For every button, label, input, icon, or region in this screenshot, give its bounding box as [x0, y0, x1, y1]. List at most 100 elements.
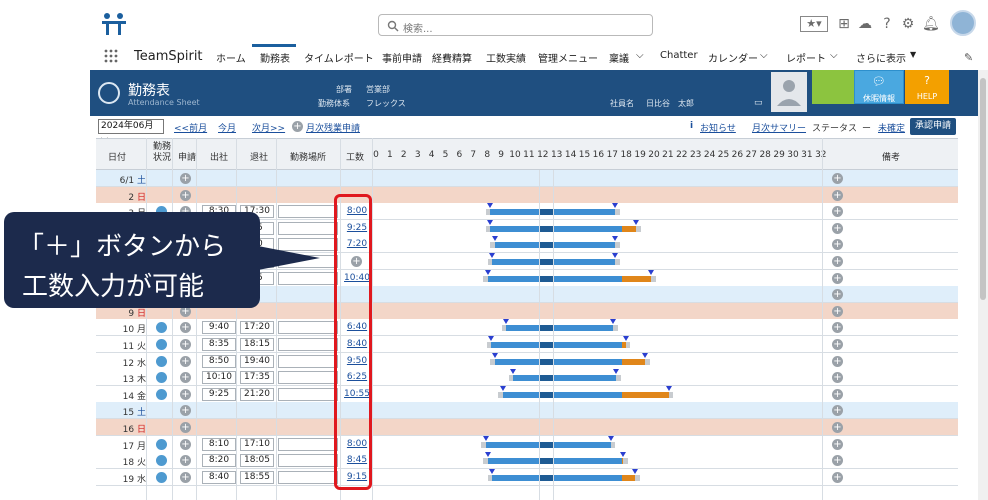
chevron-down-icon[interactable]: ⌵	[830, 50, 838, 61]
cloud-icon[interactable]: ☁	[857, 16, 873, 32]
user-avatar[interactable]	[950, 10, 976, 36]
clock-out-field[interactable]: 18:55	[240, 470, 274, 484]
remarks-plus-button[interactable]: +	[832, 471, 843, 483]
remarks-plus-button[interactable]: +	[832, 372, 843, 384]
notice-link[interactable]: お知らせ	[700, 121, 736, 134]
remarks-plus-button[interactable]: +	[832, 438, 843, 450]
app-launcher-icon[interactable]	[104, 49, 118, 63]
remarks-plus-button[interactable]: +	[832, 189, 843, 201]
remarks-plus-button[interactable]: +	[832, 239, 843, 251]
clock-in-field[interactable]: 8:35	[202, 338, 236, 351]
nav-pre-request[interactable]: 事前申請	[382, 50, 422, 65]
work-location-field[interactable]	[278, 321, 338, 335]
next-month-link[interactable]: 次月>>	[252, 121, 285, 134]
clock-out-field[interactable]: 17:35	[240, 371, 274, 385]
caret-down-icon[interactable]: ▼	[910, 50, 916, 59]
request-plus-button[interactable]: +	[180, 322, 191, 334]
request-plus-button[interactable]: +	[180, 471, 191, 483]
monthly-summary-link[interactable]: 月次サマリー	[752, 121, 806, 134]
work-location-field[interactable]	[278, 354, 338, 368]
card-icon[interactable]: ▭	[754, 98, 763, 108]
work-status-icon[interactable]	[156, 372, 167, 384]
clock-out-field[interactable]: 19:40	[240, 354, 274, 368]
work-location-field[interactable]	[278, 454, 338, 468]
work-location-field[interactable]	[278, 437, 338, 451]
nav-reports[interactable]: レポート	[786, 50, 826, 65]
status-value[interactable]: 未確定	[878, 121, 905, 134]
request-plus-button[interactable]: +	[180, 339, 191, 350]
remarks-plus-button[interactable]: +	[832, 222, 843, 234]
help-tile[interactable]: ? HELP	[905, 70, 949, 104]
request-plus-button[interactable]: +	[180, 422, 191, 433]
work-status-icon[interactable]	[156, 438, 167, 450]
work-location-field[interactable]	[278, 371, 338, 385]
search-input[interactable]: 検索...	[378, 14, 653, 36]
clock-out-field[interactable]: 21:20	[240, 387, 274, 401]
remarks-plus-button[interactable]: +	[832, 339, 843, 350]
clock-out-field[interactable]: 17:10	[240, 437, 274, 451]
request-plus-button[interactable]: +	[180, 355, 191, 367]
request-plus-button[interactable]: +	[180, 438, 191, 450]
clock-out-field[interactable]: 18:15	[240, 338, 274, 351]
help-icon[interactable]: ?	[879, 16, 895, 32]
bell-icon[interactable]: 🔔︎	[922, 16, 940, 32]
remarks-plus-button[interactable]: +	[832, 405, 843, 417]
request-plus-button[interactable]: +	[180, 372, 191, 384]
overtime-request-link[interactable]: 月次残業申請	[306, 121, 360, 134]
remarks-plus-button[interactable]: +	[832, 355, 843, 367]
remarks-plus-button[interactable]: +	[832, 206, 843, 218]
clock-out-field[interactable]: 18:05	[240, 454, 274, 468]
work-status-icon[interactable]	[156, 322, 167, 334]
scrollbar-thumb[interactable]	[980, 78, 986, 300]
remarks-plus-button[interactable]: +	[832, 173, 843, 184]
clock-in-field[interactable]: 8:40	[202, 470, 236, 484]
work-status-icon[interactable]	[156, 471, 167, 483]
nav-admin-menu[interactable]: 管理メニュー	[538, 50, 598, 65]
remarks-plus-button[interactable]: +	[832, 272, 843, 284]
work-status-icon[interactable]	[156, 455, 167, 467]
work-status-icon[interactable]	[156, 339, 167, 350]
request-plus-button[interactable]: +	[180, 405, 191, 417]
clock-in-field[interactable]: 10:10	[202, 371, 236, 385]
chevron-down-icon[interactable]: ⌵	[636, 50, 644, 61]
gear-icon[interactable]: ⚙	[900, 16, 916, 32]
request-plus-button[interactable]: +	[180, 173, 191, 184]
overtime-plus-icon[interactable]: +	[292, 121, 303, 132]
add-icon[interactable]: ⊞	[836, 16, 852, 32]
remarks-plus-button[interactable]: +	[832, 422, 843, 433]
clock-in-field[interactable]: 8:10	[202, 437, 236, 451]
pencil-icon[interactable]: ✎	[964, 51, 973, 64]
nav-home[interactable]: ホーム	[216, 50, 246, 65]
month-select[interactable]: 2024年06月 ⌵	[98, 119, 164, 144]
nav-time-report[interactable]: タイムレポート	[304, 50, 374, 65]
clock-out-field[interactable]: 17:20	[240, 321, 274, 335]
nav-kosu-results[interactable]: 工数実績	[486, 50, 526, 65]
prev-month-link[interactable]: <<前月	[174, 121, 207, 134]
remarks-plus-button[interactable]: +	[832, 305, 843, 317]
work-status-icon[interactable]	[156, 388, 167, 400]
leave-info-tile[interactable]: 💬︎ 休暇情報	[854, 70, 904, 104]
favorites-icon[interactable]: ★▾	[800, 16, 828, 32]
clock-in-field[interactable]: 8:50	[202, 354, 236, 368]
work-location-field[interactable]	[278, 205, 338, 219]
clock-in-field[interactable]: 9:25	[202, 387, 236, 401]
request-plus-button[interactable]: +	[180, 189, 191, 201]
approval-request-button[interactable]: 承認申請	[910, 118, 956, 135]
work-location-field[interactable]	[278, 470, 338, 484]
request-plus-button[interactable]: +	[180, 455, 191, 467]
remarks-plus-button[interactable]: +	[832, 455, 843, 467]
clock-in-field[interactable]: 8:20	[202, 454, 236, 468]
remarks-plus-button[interactable]: +	[832, 289, 843, 301]
work-location-field[interactable]	[278, 387, 338, 401]
chevron-down-icon[interactable]: ⌵	[760, 50, 768, 61]
work-location-field[interactable]	[278, 338, 338, 351]
remarks-plus-button[interactable]: +	[832, 256, 843, 267]
teamspirit-logo-icon[interactable]	[100, 12, 128, 36]
nav-chatter[interactable]: Chatter	[660, 50, 698, 61]
work-status-icon[interactable]	[156, 355, 167, 367]
work-location-field[interactable]	[278, 271, 338, 285]
nav-expenses[interactable]: 経費精算	[432, 50, 472, 65]
nav-timesheet[interactable]: 勤務表	[260, 50, 290, 65]
nav-ringi[interactable]: 稟議	[609, 50, 629, 65]
work-location-field[interactable]	[278, 221, 338, 235]
